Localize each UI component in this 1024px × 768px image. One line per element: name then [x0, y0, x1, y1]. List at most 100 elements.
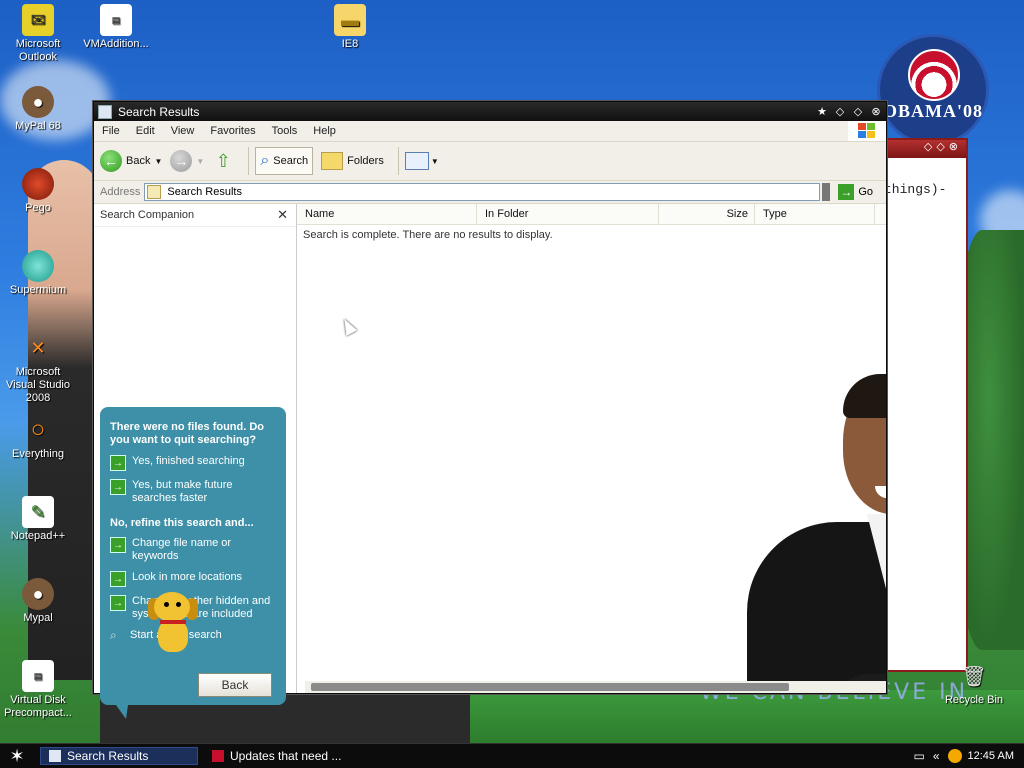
tray-status-icon[interactable]	[947, 749, 962, 763]
search-companion-header: Search Companion ✕	[94, 204, 296, 227]
column-in-folder[interactable]: In Folder	[477, 204, 659, 224]
menu-edit[interactable]: Edit	[128, 125, 163, 137]
desktop-icon-mypal[interactable]: ● Mypal	[0, 578, 76, 625]
taskbar-item-search-results[interactable]: Search Results	[40, 747, 198, 765]
menu-bar: File Edit View Favorites Tools Help	[94, 121, 886, 142]
option-faster-searches[interactable]: → Yes, but make future searches faster	[110, 479, 276, 505]
desktop-icon-visual-studio[interactable]: ✕ Microsoft Visual Studio 2008	[0, 332, 76, 405]
option-label: Change file name or keywords	[132, 537, 232, 562]
search-dog-icon[interactable]	[146, 592, 200, 658]
views-button[interactable]: ▼	[404, 152, 439, 170]
desktop-icon-supermium[interactable]: Supermium	[0, 250, 76, 297]
address-dropdown[interactable]	[822, 183, 831, 201]
desktop-icon-label: Everything	[12, 448, 64, 460]
desktop-icon-outlook[interactable]: ✉ Microsoft Outlook	[0, 4, 76, 64]
companion-back-button[interactable]: Back	[198, 673, 272, 697]
desktop-icon-label: Supermium	[9, 284, 67, 296]
desktop-icon-vmadditions[interactable]: ▤ VMAddition...	[78, 4, 154, 51]
menu-favorites[interactable]: Favorites	[202, 125, 263, 137]
go-button[interactable]: → Go	[838, 184, 873, 200]
background-window[interactable]: ◇◇⊗ things)-	[880, 138, 968, 672]
go-button-label: Go	[858, 186, 874, 198]
keyboard-icon[interactable]: ▭	[913, 749, 924, 763]
magnifier-icon: ⌕	[110, 628, 117, 642]
desktop-icon-mypal68[interactable]: ● MyPal 68	[0, 86, 76, 133]
desktop-icon-everything[interactable]: ○ Everything	[0, 414, 76, 461]
search-companion-title: Search Companion	[100, 209, 195, 221]
address-input[interactable]: Search Results	[144, 183, 821, 201]
desktop-icon-recycle-bin[interactable]: 🗑 Recycle Bin	[936, 660, 1012, 707]
arrow-right-icon: →	[110, 571, 126, 587]
address-value: Search Results	[167, 186, 242, 198]
vm-additions-icon: ▤	[100, 4, 132, 36]
search-results-window[interactable]: Search Results ★ ◇ ◇ ⊗ File Edit View Fa…	[93, 101, 887, 719]
forward-dropdown-icon[interactable]: ▼	[196, 157, 204, 166]
pin-button[interactable]: ★	[814, 105, 830, 119]
desktop-icon-label: MyPal 68	[15, 120, 61, 132]
horizontal-scrollbar[interactable]	[305, 681, 886, 693]
up-folder-icon: ⇧	[215, 150, 231, 171]
menu-help[interactable]: Help	[305, 125, 344, 137]
desktop-icon-label: Mypal	[23, 612, 53, 624]
taskbar-item-updates[interactable]: Updates that need ...	[204, 747, 354, 765]
menu-tools[interactable]: Tools	[264, 125, 306, 137]
desktop-icon-notepadpp[interactable]: ✎ Notepad++	[0, 496, 76, 543]
tray-expand-icon[interactable]: «	[933, 749, 940, 763]
campaign-logo-emblem	[908, 49, 960, 101]
forward-button[interactable]: → ▼	[170, 150, 204, 172]
close-pane-icon[interactable]: ✕	[277, 207, 288, 223]
search-button[interactable]: ⌕ Search	[255, 147, 314, 175]
window-title: Search Results	[118, 104, 200, 119]
dog-head	[154, 592, 190, 622]
menu-view[interactable]: View	[163, 125, 203, 137]
address-bar: Address Search Results → Go	[94, 181, 886, 204]
start-button[interactable]: ✶	[0, 744, 34, 768]
search-button-label: Search	[273, 155, 309, 167]
back-dropdown-icon[interactable]: ▼	[154, 157, 162, 166]
window-titlebar[interactable]: Search Results ★ ◇ ◇ ⊗	[94, 102, 886, 121]
close-button[interactable]: ⊗	[868, 105, 884, 119]
results-pane: Name In Folder Size Type Search is compl…	[297, 204, 886, 693]
views-dropdown-icon[interactable]: ▼	[431, 157, 439, 166]
folders-button-label: Folders	[347, 155, 384, 167]
option-change-keywords[interactable]: → Change file name or keywords	[110, 537, 276, 563]
back-button[interactable]: ← Back ▼	[100, 150, 162, 172]
option-more-locations[interactable]: → Look in more locations	[110, 571, 276, 587]
up-folder-button[interactable]: ⇧	[212, 150, 234, 172]
column-type[interactable]: Type	[755, 204, 875, 224]
maximize-button[interactable]: ◇	[850, 105, 866, 119]
column-size[interactable]: Size	[659, 204, 755, 224]
folders-button[interactable]: Folders	[321, 152, 384, 170]
search-companion-balloon: There were no files found. Do you want t…	[100, 407, 286, 719]
option-finished-searching[interactable]: → Yes, finished searching	[110, 455, 276, 471]
desktop-icon-ie8[interactable]: ▬ IE8	[312, 4, 388, 51]
desktop-icon-label: Virtual Disk Precompact...	[4, 694, 72, 719]
background-window-controls[interactable]: ◇◇⊗	[924, 140, 962, 153]
menu-file[interactable]: File	[94, 125, 128, 137]
desktop-icon-pego[interactable]: Pego	[0, 168, 76, 215]
option-label: Yes, finished searching	[132, 455, 245, 467]
desktop-icon-label: Notepad++	[10, 530, 66, 542]
supermium-icon	[22, 250, 54, 282]
minimize-button[interactable]: ◇	[832, 105, 848, 119]
pego-icon	[22, 168, 54, 200]
refine-heading: No, refine this search and...	[110, 517, 254, 529]
desktop-icon-label: Microsoft Visual Studio 2008	[5, 366, 70, 404]
column-name[interactable]: Name	[297, 204, 477, 224]
desktop-icon-label: IE8	[341, 38, 359, 50]
figure-suit	[747, 522, 886, 693]
clock[interactable]: 12:45 AM	[968, 750, 1014, 762]
desktop-icon-virtual-disk[interactable]: ▤ Virtual Disk Precompact...	[0, 660, 76, 720]
taskbar: ✶ Search Results Updates that need ... ▭…	[0, 743, 1024, 768]
scrollbar-thumb[interactable]	[311, 683, 789, 691]
search-icon: ⌕	[260, 152, 270, 169]
dog-eye	[164, 602, 169, 607]
desktop-icon-label: Microsoft Outlook	[15, 38, 61, 63]
campaign-logo: OBAMA'08	[877, 34, 989, 146]
window-app-icon	[98, 104, 112, 119]
window-content: Search Companion ✕ There were no files f…	[94, 204, 886, 719]
visual-studio-icon: ✕	[30, 337, 46, 358]
taskbar-item-label: Search Results	[67, 749, 149, 763]
background-window-titlebar[interactable]: ◇◇⊗	[882, 140, 966, 158]
desktop-icon-label: Recycle Bin	[944, 694, 1004, 706]
